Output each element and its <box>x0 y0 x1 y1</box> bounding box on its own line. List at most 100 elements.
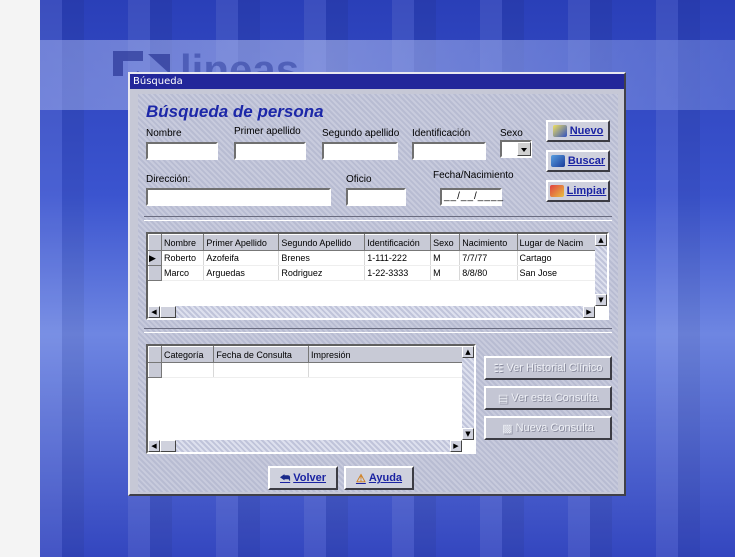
table-cell: Rodriguez <box>278 265 366 281</box>
new-document-icon: ▩ <box>502 422 513 435</box>
segundo-apellido-label: Segundo apellido <box>322 128 400 139</box>
consultas-horizontal-scrollbar[interactable]: ◀ ▶ <box>148 440 462 452</box>
back-arrow-icon: ⮪ <box>279 471 291 484</box>
header-corner <box>148 346 162 363</box>
scroll-thumb[interactable] <box>160 306 176 318</box>
nueva-consulta-label: Nueva Consulta <box>515 422 594 434</box>
table-cell <box>308 362 464 378</box>
row-selector <box>148 265 162 281</box>
column-header[interactable]: Lugar de Nacim <box>516 234 597 251</box>
scroll-right-icon[interactable]: ▶ <box>450 440 462 452</box>
column-header[interactable]: Fecha de Consulta <box>213 346 309 363</box>
scroll-right-icon[interactable]: ▶ <box>583 306 595 318</box>
scroll-left-icon[interactable]: ◀ <box>148 440 160 452</box>
ver-historial-label: Ver Historial Clínico <box>506 362 603 374</box>
volver-button-label: Volver <box>293 472 327 484</box>
new-record-icon <box>552 125 567 137</box>
column-header[interactable]: Impresión <box>308 346 464 363</box>
table-cell: Arguedas <box>203 265 280 281</box>
persons-horizontal-scrollbar[interactable]: ◀ ▶ <box>148 306 595 318</box>
scroll-up-icon[interactable]: ▲ <box>595 234 607 246</box>
nueva-consulta-button[interactable]: ▩ Nueva Consulta <box>484 416 612 440</box>
column-header[interactable]: Primer Apellido <box>203 234 280 251</box>
column-header[interactable]: Nacimiento <box>459 234 518 251</box>
persons-vertical-scrollbar[interactable]: ▲ ▼ <box>595 234 607 306</box>
sexo-label: Sexo <box>500 128 523 139</box>
table-cell: Azofeifa <box>203 250 280 266</box>
nuevo-button[interactable]: Nuevo <box>546 120 610 142</box>
primer-apellido-input[interactable] <box>234 142 306 160</box>
table-cell: Brenes <box>278 250 366 266</box>
search-window: Búsqueda Búsqueda de persona Nombre Prim… <box>128 72 626 496</box>
nombre-label: Nombre <box>146 128 182 139</box>
table-cell: 7/7/77 <box>459 250 518 266</box>
oficio-input[interactable] <box>346 188 406 206</box>
window-title: Búsqueda <box>130 74 624 89</box>
table-row[interactable] <box>148 362 464 378</box>
divider-top <box>144 216 612 221</box>
limpiar-button-label: Limpiar <box>566 185 607 197</box>
broom-icon <box>549 185 564 197</box>
search-icon <box>550 155 565 167</box>
nuevo-button-label: Nuevo <box>569 125 604 137</box>
limpiar-button[interactable]: Limpiar <box>546 180 610 202</box>
table-cell: San Jose <box>517 265 597 281</box>
ayuda-button[interactable]: ⚠ Ayuda <box>344 466 414 490</box>
segundo-apellido-input[interactable] <box>322 142 398 160</box>
table-cell <box>213 362 309 378</box>
column-header[interactable]: Segundo Apellido <box>278 234 366 251</box>
page-title: Búsqueda de persona <box>146 102 324 121</box>
history-icon: ☷ <box>493 362 504 375</box>
persons-table[interactable]: Nombre Primer Apellido Segundo Apellido … <box>146 232 609 320</box>
ver-historial-button[interactable]: ☷ Ver Historial Clínico <box>484 356 612 380</box>
row-selector <box>148 362 162 378</box>
fecha-nacimiento-input[interactable]: __/__/____ <box>440 188 503 206</box>
row-selector-icon: ▶ <box>148 250 162 266</box>
persons-table-header: Nombre Primer Apellido Segundo Apellido … <box>148 234 597 251</box>
identificacion-input[interactable] <box>412 142 486 160</box>
scroll-down-icon[interactable]: ▼ <box>595 294 607 306</box>
table-cell: M <box>430 265 461 281</box>
fecha-nacimiento-label: Fecha/Nacimiento <box>433 170 514 181</box>
column-header[interactable]: Nombre <box>160 234 205 251</box>
consultas-table-grid: Categoría Fecha de Consulta Impresión <box>148 346 464 378</box>
scroll-down-icon[interactable]: ▼ <box>462 428 474 440</box>
column-header[interactable]: Identificación <box>364 234 432 251</box>
table-cell: M <box>430 250 461 266</box>
consultas-table-header: Categoría Fecha de Consulta Impresión <box>148 346 464 363</box>
document-icon: ▤ <box>497 392 509 405</box>
primer-apellido-label: Primer apellido <box>234 126 301 137</box>
direccion-label: Dirección: <box>146 174 191 185</box>
table-cell: Marco <box>161 265 205 281</box>
table-cell: 1-22-3333 <box>364 265 432 281</box>
table-cell: Roberto <box>161 250 205 266</box>
window-client: Búsqueda de persona Nombre Primer apelli… <box>138 94 618 492</box>
divider-middle <box>144 328 612 333</box>
table-cell <box>161 362 215 378</box>
table-cell: Cartago <box>517 250 597 266</box>
scroll-thumb[interactable] <box>160 440 176 452</box>
oficio-label: Oficio <box>346 174 372 185</box>
direccion-input[interactable] <box>146 188 331 206</box>
table-cell: 1-111-222 <box>364 250 432 266</box>
table-row[interactable]: ▶ Roberto Azofeifa Brenes 1-111-222 M 7/… <box>148 250 597 266</box>
scroll-up-icon[interactable]: ▲ <box>462 346 474 358</box>
nombre-input[interactable] <box>146 142 218 160</box>
ver-consulta-label: Ver esta Consulta <box>511 392 599 404</box>
buscar-button[interactable]: Buscar <box>546 150 610 172</box>
buscar-button-label: Buscar <box>567 155 606 167</box>
help-icon: ⚠ <box>355 472 366 485</box>
table-cell: 8/8/80 <box>459 265 518 281</box>
identificacion-label: Identificación <box>412 128 471 139</box>
volver-button[interactable]: ⮪ Volver <box>268 466 338 490</box>
scroll-left-icon[interactable]: ◀ <box>148 306 160 318</box>
chevron-down-icon[interactable] <box>517 142 531 156</box>
ver-consulta-button[interactable]: ▤ Ver esta Consulta <box>484 386 612 410</box>
consultas-table[interactable]: Categoría Fecha de Consulta Impresión ▲ … <box>146 344 476 454</box>
persons-table-grid: Nombre Primer Apellido Segundo Apellido … <box>148 234 597 281</box>
table-row[interactable]: Marco Arguedas Rodriguez 1-22-3333 M 8/8… <box>148 265 597 281</box>
column-header[interactable]: Sexo <box>430 234 461 251</box>
ayuda-button-label: Ayuda <box>368 472 403 484</box>
consultas-vertical-scrollbar[interactable]: ▲ ▼ <box>462 346 474 440</box>
column-header[interactable]: Categoría <box>160 346 215 363</box>
